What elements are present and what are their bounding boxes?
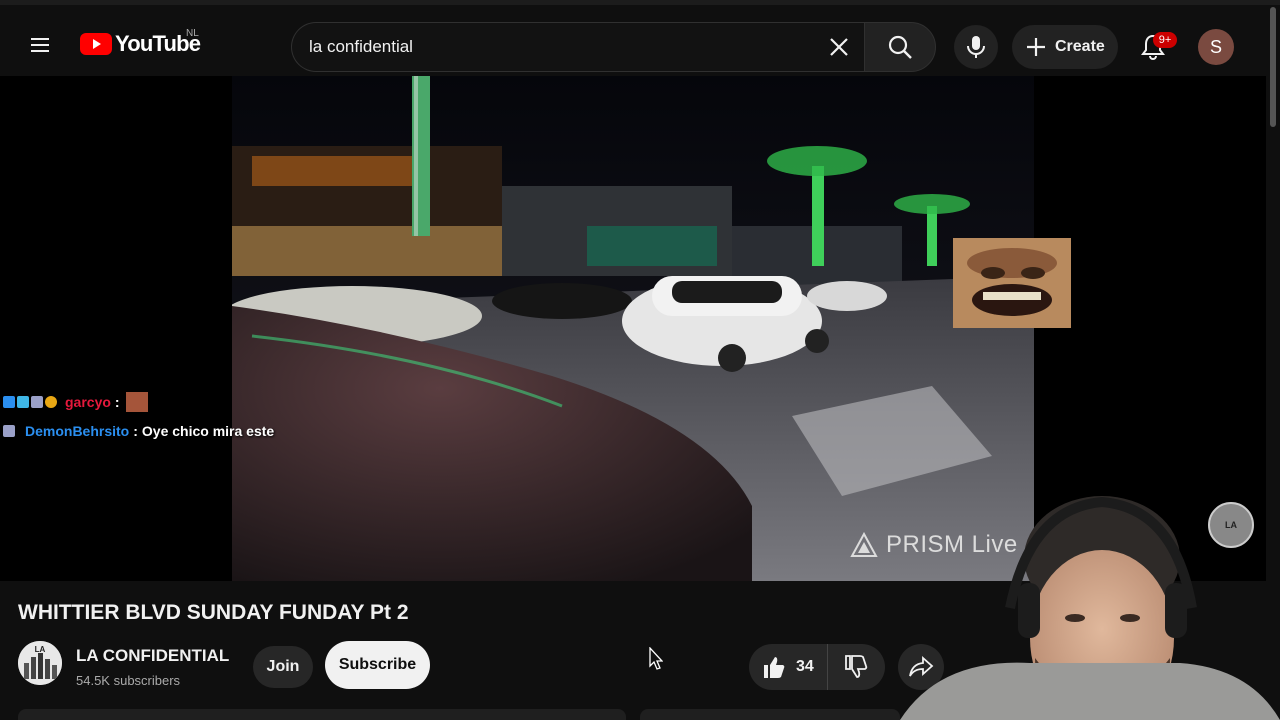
chat-badge-icon bbox=[17, 396, 29, 408]
chat-username: garcyo bbox=[65, 394, 111, 410]
chat-separator: : bbox=[114, 394, 120, 410]
like-count: 34 bbox=[796, 658, 814, 675]
account-avatar[interactable]: S bbox=[1198, 29, 1234, 65]
search-button[interactable] bbox=[864, 22, 936, 72]
close-icon bbox=[830, 38, 848, 56]
guide-menu-button[interactable] bbox=[22, 27, 58, 63]
chat-badge-icon bbox=[3, 396, 15, 408]
plus-icon bbox=[1027, 38, 1045, 56]
search-query: la confidential bbox=[309, 37, 413, 56]
clear-search-button[interactable] bbox=[822, 30, 856, 64]
chat-badge-icon bbox=[3, 425, 15, 437]
channel-name[interactable]: LA CONFIDENTIAL bbox=[76, 646, 229, 666]
chat-text: Oye chico mira este bbox=[141, 423, 275, 439]
youtube-play-icon bbox=[80, 33, 112, 55]
voice-search-button[interactable] bbox=[954, 25, 998, 69]
microphone-icon bbox=[967, 36, 985, 58]
chat-separator: : bbox=[133, 423, 138, 439]
dislike-button[interactable] bbox=[828, 644, 884, 690]
page-scrollbar[interactable] bbox=[1270, 7, 1276, 127]
like-dislike-group: 34 bbox=[749, 644, 885, 690]
description-panel[interactable] bbox=[18, 709, 626, 720]
search-input[interactable]: la confidential bbox=[291, 22, 864, 72]
prism-logo-icon bbox=[850, 532, 878, 557]
emote-overlay bbox=[953, 238, 1071, 328]
like-button[interactable]: 34 bbox=[749, 644, 828, 690]
subscriber-count: 54.5K subscribers bbox=[76, 673, 181, 688]
subscribe-button[interactable]: Subscribe bbox=[325, 641, 430, 689]
notification-count-badge: 9+ bbox=[1153, 32, 1177, 48]
webcam-overlay bbox=[880, 488, 1280, 720]
search-bar: la confidential bbox=[291, 22, 936, 72]
channel-avatar[interactable]: LA bbox=[18, 641, 62, 685]
menu-icon bbox=[31, 38, 49, 52]
chat-message: DemonBehrsito : Oye chico mira este bbox=[3, 423, 274, 439]
create-button[interactable]: Create bbox=[1012, 25, 1118, 69]
video-title: WHITTIER BLVD SUNDAY FUNDAY Pt 2 bbox=[18, 601, 409, 624]
svg-text:LA: LA bbox=[35, 645, 46, 654]
create-label: Create bbox=[1055, 38, 1105, 55]
youtube-logo[interactable]: YouTube bbox=[80, 31, 201, 57]
search-icon bbox=[888, 35, 912, 59]
mouse-cursor-icon bbox=[649, 647, 663, 670]
chat-username: DemonBehrsito bbox=[25, 423, 130, 439]
dislike-icon bbox=[845, 655, 868, 678]
emote-icon bbox=[125, 392, 148, 412]
masthead: YouTube NL la confidential Create 9+ S bbox=[0, 0, 1280, 84]
like-icon bbox=[764, 657, 785, 678]
join-button[interactable]: Join bbox=[253, 646, 313, 688]
chat-badge-icon bbox=[45, 396, 57, 408]
chat-message: garcyo : bbox=[3, 392, 148, 412]
chat-badge-icon bbox=[31, 396, 43, 408]
related-panel[interactable] bbox=[640, 709, 900, 720]
region-code: NL bbox=[186, 28, 199, 39]
